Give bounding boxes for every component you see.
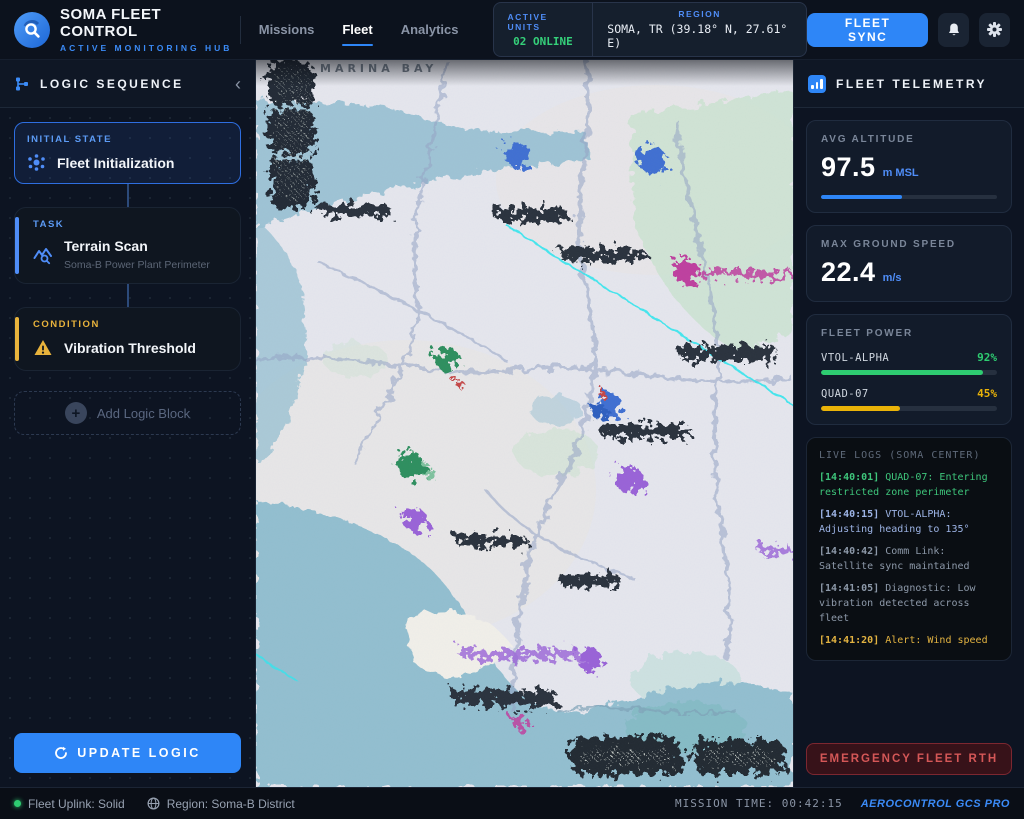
map-place-label: MARINA BAY bbox=[320, 62, 437, 75]
unit-name: VTOL-ALPHA bbox=[821, 352, 889, 364]
fleet-sync-button[interactable]: FLEET SYNC bbox=[807, 13, 928, 47]
uplink-status-dot bbox=[14, 800, 21, 807]
log-entry: [14:40:01] QUAD-07: Entering restricted … bbox=[819, 470, 999, 500]
telemetry-icon bbox=[808, 75, 826, 93]
settings-button[interactable] bbox=[979, 13, 1010, 47]
log-time: [14:40:15] bbox=[819, 509, 879, 520]
brand-label: AEROCONTROL GCS PRO bbox=[861, 798, 1010, 810]
block-title: Vibration Threshold bbox=[64, 340, 196, 356]
warning-icon bbox=[33, 338, 53, 358]
logic-block-task[interactable]: TASK Terrain Scan Soma-B Power Plant Per… bbox=[14, 207, 241, 284]
max-speed-label: MAX GROUND SPEED bbox=[821, 239, 997, 250]
nav-analytics[interactable]: Analytics bbox=[401, 22, 459, 37]
plus-icon: + bbox=[65, 402, 87, 424]
max-speed-value: 22.4 bbox=[821, 257, 876, 288]
status-bar: Fleet Uplink: Solid Region: Soma-B Distr… bbox=[0, 787, 1024, 819]
update-logic-button[interactable]: UPDATE LOGIC bbox=[14, 733, 241, 773]
log-entry: [14:40:42] Comm Link: Satellite sync mai… bbox=[819, 544, 999, 574]
unit-power-fill bbox=[821, 370, 983, 375]
max-speed-card: MAX GROUND SPEED 22.4 m/s bbox=[806, 225, 1012, 302]
unit-name: QUAD-07 bbox=[821, 388, 869, 400]
altitude-progress-fill bbox=[821, 195, 902, 199]
block-tag: INITIAL STATE bbox=[27, 134, 228, 145]
mission-time: MISSION TIME: 00:42:15 bbox=[675, 797, 843, 810]
log-text: Alert: Wind speed bbox=[885, 635, 987, 646]
block-connector bbox=[127, 284, 129, 307]
avg-altitude-unit: m MSL bbox=[883, 167, 919, 179]
terrain-scan-icon bbox=[33, 245, 53, 265]
logo-icon bbox=[14, 12, 50, 48]
unit-power-pct: 45% bbox=[977, 387, 997, 400]
log-entry: [14:41:20] Alert: Wind speed bbox=[819, 633, 999, 648]
fleet-map[interactable]: MARINA BAY bbox=[256, 60, 793, 787]
block-title: Terrain Scan bbox=[64, 238, 148, 254]
unit-power-fill bbox=[821, 406, 900, 411]
live-logs-title: LIVE LOGS (SOMA CENTER) bbox=[819, 450, 999, 461]
bell-icon bbox=[946, 22, 962, 38]
log-entry: [14:40:15] VTOL-ALPHA: Adjusting heading… bbox=[819, 507, 999, 537]
nav-fleet[interactable]: Fleet bbox=[342, 22, 372, 37]
sync-icon bbox=[54, 746, 68, 760]
logic-sequence-panel: LOGIC SEQUENCE ‹ INITIAL STATE Flee bbox=[0, 60, 256, 787]
block-connector bbox=[127, 184, 129, 207]
nav-divider bbox=[240, 16, 241, 44]
active-units-value: 02 ONLINE bbox=[513, 35, 573, 48]
log-time: [14:41:05] bbox=[819, 583, 879, 594]
region-section: REGION SOMA, TR (39.18° N, 27.61° E) bbox=[593, 3, 806, 56]
avg-altitude-card: AVG ALTITUDE 97.5 m MSL bbox=[806, 120, 1012, 213]
avg-altitude-label: AVG ALTITUDE bbox=[821, 134, 997, 145]
fleet-power-card: FLEET POWER VTOL-ALPHA 92% QUAD-07 45% bbox=[806, 314, 1012, 425]
avg-altitude-value: 97.5 bbox=[821, 152, 876, 183]
main-nav: Missions Fleet Analytics bbox=[259, 22, 459, 37]
live-logs-card: LIVE LOGS (SOMA CENTER) [14:40:01] QUAD-… bbox=[806, 437, 1012, 661]
max-speed-unit: m/s bbox=[883, 272, 902, 284]
sequence-icon bbox=[14, 76, 30, 92]
block-subtitle: Soma-B Power Plant Perimeter bbox=[64, 259, 210, 271]
update-logic-label: UPDATE LOGIC bbox=[77, 746, 201, 760]
nav-missions[interactable]: Missions bbox=[259, 22, 315, 37]
collapse-panel-button[interactable]: ‹ bbox=[235, 75, 241, 93]
region-status: Region: Soma-B District bbox=[147, 797, 295, 811]
condition-accent-bar bbox=[15, 317, 19, 361]
app-logo: SOMA FLEET CONTROL ACTIVE MONITORING HUB bbox=[14, 6, 240, 53]
app-subtitle: ACTIVE MONITORING HUB bbox=[60, 43, 240, 53]
log-time: [14:41:20] bbox=[819, 635, 879, 646]
globe-icon bbox=[147, 797, 160, 810]
unit-power-track bbox=[821, 406, 997, 411]
region-value: SOMA, TR (39.18° N, 27.61° E) bbox=[607, 22, 792, 50]
notifications-button[interactable] bbox=[938, 13, 969, 47]
log-time: [14:40:01] bbox=[819, 472, 879, 483]
region-status-label: Region: Soma-B District bbox=[167, 797, 295, 811]
block-tag: TASK bbox=[33, 219, 228, 230]
region-label: REGION bbox=[678, 9, 721, 19]
active-units-label: ACTIVE UNITS bbox=[508, 12, 579, 32]
uplink-status-label: Fleet Uplink: Solid bbox=[28, 797, 125, 811]
top-bar: SOMA FLEET CONTROL ACTIVE MONITORING HUB… bbox=[0, 0, 1024, 60]
altitude-progress-track bbox=[821, 195, 997, 199]
fleet-power-label: FLEET POWER bbox=[821, 328, 997, 339]
fleet-telemetry-panel: FLEET TELEMETRY AVG ALTITUDE 97.5 m MSL … bbox=[793, 60, 1024, 787]
gear-icon bbox=[986, 21, 1003, 38]
unit-power-track bbox=[821, 370, 997, 375]
log-entry: [14:41:05] Diagnostic: Low vibration det… bbox=[819, 581, 999, 626]
log-time: [14:40:42] bbox=[819, 546, 879, 557]
emergency-rth-button[interactable]: EMERGENCY FLEET RTH bbox=[806, 743, 1012, 775]
telemetry-panel-title: FLEET TELEMETRY bbox=[836, 77, 987, 91]
uplink-status: Fleet Uplink: Solid bbox=[14, 797, 125, 811]
fleet-status-chip: ACTIVE UNITS 02 ONLINE REGION SOMA, TR (… bbox=[493, 2, 807, 57]
logic-block-condition[interactable]: CONDITION Vibration Threshold bbox=[14, 307, 241, 371]
block-title: Fleet Initialization bbox=[57, 155, 174, 171]
block-tag: CONDITION bbox=[33, 319, 228, 330]
swarm-icon bbox=[27, 153, 46, 172]
active-units-section: ACTIVE UNITS 02 ONLINE bbox=[494, 3, 593, 56]
logic-panel-title: LOGIC SEQUENCE bbox=[40, 77, 184, 91]
add-logic-block-button[interactable]: + Add Logic Block bbox=[14, 391, 241, 435]
task-accent-bar bbox=[15, 217, 19, 274]
logic-block-initial-state[interactable]: INITIAL STATE Fleet Initialization bbox=[14, 122, 241, 184]
add-block-label: Add Logic Block bbox=[97, 406, 190, 421]
unit-power-pct: 92% bbox=[977, 351, 997, 364]
app-title: SOMA FLEET CONTROL bbox=[60, 6, 240, 40]
